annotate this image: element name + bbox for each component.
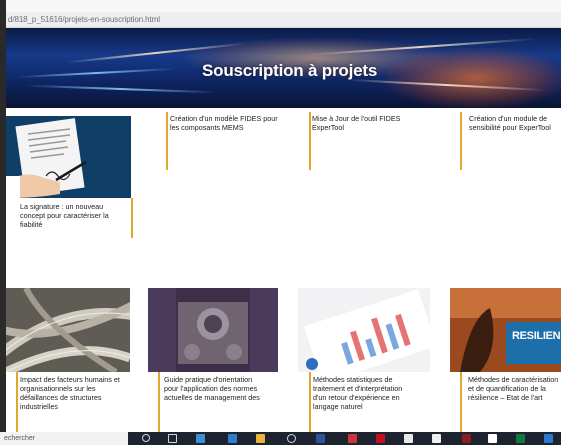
banner-light-streak <box>16 67 176 79</box>
card-title[interactable]: Méthodes statistiques de traitement et d… <box>313 375 417 411</box>
app-icon[interactable] <box>348 434 357 443</box>
taskbar-search-box[interactable]: echercher <box>0 432 128 445</box>
highway-illustration <box>6 288 130 372</box>
file-explorer-icon[interactable] <box>256 434 265 443</box>
photo-frame-top <box>0 0 561 12</box>
card-accent-bar <box>309 372 311 432</box>
card-title[interactable]: Création d'un modèle FIDES pour les comp… <box>170 114 278 132</box>
address-bar[interactable]: d/818_p_51616/projets-en-souscription.ht… <box>6 12 561 28</box>
machinery-illustration <box>148 288 278 372</box>
card-image-chart[interactable] <box>298 288 430 372</box>
card-title[interactable]: Création d'un module de sensibilité pour… <box>469 114 561 132</box>
card-image-machinery[interactable] <box>148 288 278 372</box>
card-accent-bar <box>158 372 160 432</box>
app-icon[interactable] <box>488 434 497 443</box>
card-accent-bar <box>131 198 133 238</box>
card-title[interactable]: Mise à Jour de l'outil FIDES ExperTool <box>312 114 412 132</box>
taskbar-search-placeholder: echercher <box>4 435 36 442</box>
card-title[interactable]: Guide pratique d'orientation pour l'appl… <box>164 375 264 402</box>
app-icon[interactable] <box>316 434 325 443</box>
card-title[interactable]: Impact des facteurs humains et organisat… <box>20 375 124 411</box>
search-icon[interactable] <box>142 434 150 442</box>
app-icon[interactable] <box>196 434 205 443</box>
chart-paper-illustration <box>298 288 430 372</box>
store-icon[interactable] <box>287 434 296 443</box>
url-text[interactable]: d/818_p_51616/projets-en-souscription.ht… <box>8 15 160 24</box>
card-accent-bar <box>460 112 462 170</box>
app-icon[interactable] <box>516 434 525 443</box>
windows-taskbar: echercher <box>0 432 561 445</box>
card-title[interactable]: Méthodes de caractérisation et de quanti… <box>468 375 561 402</box>
mail-icon[interactable] <box>228 434 237 443</box>
resilience-image-label: RESILIEN <box>512 330 561 342</box>
card-accent-bar <box>309 112 311 170</box>
banner-light-streak <box>26 84 216 94</box>
card-image-signature[interactable] <box>6 116 131 198</box>
app-icon[interactable] <box>376 434 385 443</box>
signature-illustration <box>6 116 131 198</box>
card-image-resilience[interactable]: RESILIEN <box>450 288 561 372</box>
app-icon[interactable] <box>462 434 471 443</box>
task-view-icon[interactable] <box>168 434 177 443</box>
card-accent-bar <box>16 372 18 432</box>
card-accent-bar <box>166 112 168 170</box>
card-image-highway[interactable] <box>6 288 130 372</box>
browser-viewport: d/818_p_51616/projets-en-souscription.ht… <box>6 12 561 432</box>
page-title: Souscription à projets <box>202 61 378 80</box>
app-icon[interactable] <box>404 434 413 443</box>
card-title[interactable]: La signature : un nouveau concept pour c… <box>20 202 124 229</box>
app-icon[interactable] <box>544 434 553 443</box>
card-accent-bar <box>460 372 462 432</box>
hero-banner: Souscription à projets <box>6 28 561 108</box>
banner-light-glow <box>386 48 561 108</box>
app-icon[interactable] <box>432 434 441 443</box>
